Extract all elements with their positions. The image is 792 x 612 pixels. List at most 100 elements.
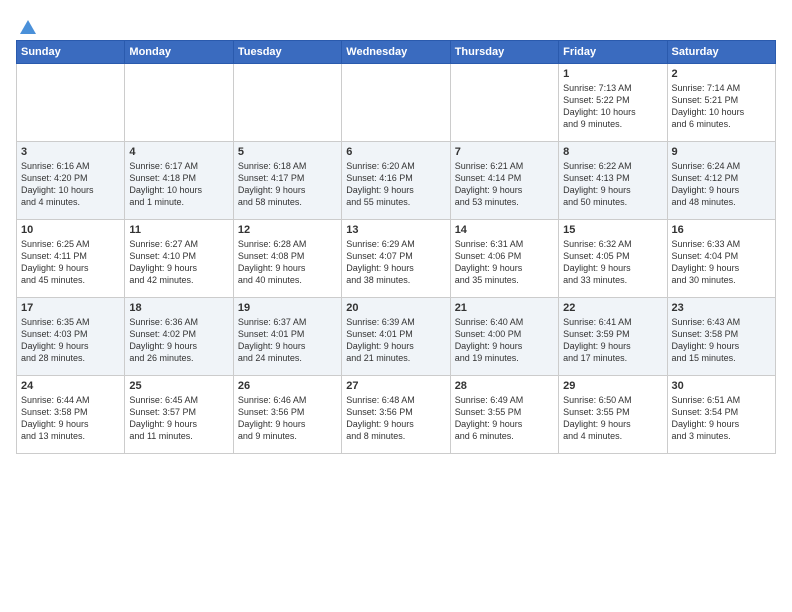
day-number: 4 [129,146,228,158]
calendar-cell [450,64,558,142]
calendar-cell: 24Sunrise: 6:44 AMSunset: 3:58 PMDayligh… [17,376,125,454]
day-info: Sunrise: 6:51 AMSunset: 3:54 PMDaylight:… [672,394,771,443]
col-header-friday: Friday [559,41,667,64]
calendar-cell: 12 Sunrise: 6:28 AMSunset: 4:08 PMDayligh… [233,220,341,298]
day-number: 15 [563,224,662,236]
day-info: Sunrise: 6:45 AMSunset: 3:57 PMDaylight:… [129,394,228,443]
day-number: 5 [238,146,337,158]
calendar-cell: 26 Sunrise: 6:46 AMSunset: 3:56 PMDayligh… [233,376,341,454]
day-number: 25 [129,380,228,392]
day-info: Sunrise: 6:39 AMSunset: 4:01 PMDaylight:… [346,316,445,365]
day-info: Sunrise: 6:32 AMSunset: 4:05 PMDaylight:… [563,238,662,287]
day-info: Sunrise: 6:50 AMSunset: 3:55 PMDaylight:… [563,394,662,443]
day-number: 2 [672,68,771,80]
day-info: Sunrise: 6:20 AMSunset: 4:16 PMDaylight:… [346,160,445,209]
calendar-cell: 13 Sunrise: 6:29 AMSunset: 4:07 PMDayligh… [342,220,450,298]
day-info: Sunrise: 6:22 AMSunset: 4:13 PMDaylight:… [563,160,662,209]
day-number: 17 [21,302,120,314]
calendar-cell [342,64,450,142]
logo [16,16,38,32]
day-number: 6 [346,146,445,158]
calendar-table: SundayMondayTuesdayWednesdayThursdayFrid… [16,40,776,454]
day-number: 14 [455,224,554,236]
day-info: Sunrise: 6:44 AMSunset: 3:58 PMDaylight:… [21,394,120,443]
day-number: 18 [129,302,228,314]
day-number: 20 [346,302,445,314]
calendar-cell [233,64,341,142]
day-number: 26 [238,380,337,392]
col-header-saturday: Saturday [667,41,775,64]
day-number: 7 [455,146,554,158]
day-number: 27 [346,380,445,392]
day-number: 12 [238,224,337,236]
day-number: 13 [346,224,445,236]
day-info: Sunrise: 6:16 AMSunset: 4:20 PMDaylight:… [21,160,120,209]
calendar-cell: 28 Sunrise: 6:49 AMSunset: 3:55 PMDayligh… [450,376,558,454]
day-info: Sunrise: 6:49 AMSunset: 3:55 PMDaylight:… [455,394,554,443]
day-info: Sunrise: 6:46 AMSunset: 3:56 PMDaylight:… [238,394,337,443]
calendar-cell: 27 Sunrise: 6:48 AMSunset: 3:56 PMDayligh… [342,376,450,454]
calendar-cell: 6 Sunrise: 6:20 AMSunset: 4:16 PMDaylight… [342,142,450,220]
day-info: Sunrise: 6:40 AMSunset: 4:00 PMDaylight:… [455,316,554,365]
day-number: 23 [672,302,771,314]
day-number: 22 [563,302,662,314]
calendar-cell: 4Sunrise: 6:17 AMSunset: 4:18 PMDaylight… [125,142,233,220]
day-number: 3 [21,146,120,158]
calendar-cell: 3 Sunrise: 6:16 AMSunset: 4:20 PMDaylight… [17,142,125,220]
day-number: 30 [672,380,771,392]
day-info: Sunrise: 6:43 AMSunset: 3:58 PMDaylight:… [672,316,771,365]
page-header [16,16,776,32]
day-info: Sunrise: 6:36 AMSunset: 4:02 PMDaylight:… [129,316,228,365]
calendar-cell: 8 Sunrise: 6:22 AMSunset: 4:13 PMDaylight… [559,142,667,220]
day-info: Sunrise: 6:33 AMSunset: 4:04 PMDaylight:… [672,238,771,287]
calendar-cell [17,64,125,142]
day-info: Sunrise: 7:14 AMSunset: 5:21 PMDaylight:… [672,82,771,131]
day-info: Sunrise: 6:18 AMSunset: 4:17 PMDaylight:… [238,160,337,209]
day-info: Sunrise: 6:28 AMSunset: 4:08 PMDaylight:… [238,238,337,287]
calendar-cell: 21 Sunrise: 6:40 AMSunset: 4:00 PMDayligh… [450,298,558,376]
col-header-tuesday: Tuesday [233,41,341,64]
day-info: Sunrise: 6:48 AMSunset: 3:56 PMDaylight:… [346,394,445,443]
day-number: 8 [563,146,662,158]
day-number: 11 [129,224,228,236]
day-info: Sunrise: 6:21 AMSunset: 4:14 PMDaylight:… [455,160,554,209]
calendar-cell: 11 Sunrise: 6:27 AMSunset: 4:10 PMDayligh… [125,220,233,298]
day-number: 21 [455,302,554,314]
day-number: 19 [238,302,337,314]
day-info: Sunrise: 6:37 AMSunset: 4:01 PMDaylight:… [238,316,337,365]
day-info: Sunrise: 6:41 AMSunset: 3:59 PMDaylight:… [563,316,662,365]
day-info: Sunrise: 6:31 AMSunset: 4:06 PMDaylight:… [455,238,554,287]
calendar-cell: 23 Sunrise: 6:43 AMSunset: 3:58 PMDayligh… [667,298,775,376]
calendar-cell: 10 Sunrise: 6:25 AMSunset: 4:11 PMDayligh… [17,220,125,298]
day-number: 10 [21,224,120,236]
calendar-cell: 17 Sunrise: 6:35 AMSunset: 4:03 PMDayligh… [17,298,125,376]
calendar-cell: 25 Sunrise: 6:45 AMSunset: 3:57 PMDayligh… [125,376,233,454]
calendar-cell: 1Sunrise: 7:13 AMSunset: 5:22 PMDaylight… [559,64,667,142]
calendar-cell: 9 Sunrise: 6:24 AMSunset: 4:12 PMDaylight… [667,142,775,220]
calendar-cell [125,64,233,142]
calendar-cell: 19 Sunrise: 6:37 AMSunset: 4:01 PMDayligh… [233,298,341,376]
day-info: Sunrise: 6:29 AMSunset: 4:07 PMDaylight:… [346,238,445,287]
day-number: 16 [672,224,771,236]
day-number: 28 [455,380,554,392]
calendar-cell: 18 Sunrise: 6:36 AMSunset: 4:02 PMDayligh… [125,298,233,376]
calendar-cell: 22 Sunrise: 6:41 AMSunset: 3:59 PMDayligh… [559,298,667,376]
day-info: Sunrise: 6:24 AMSunset: 4:12 PMDaylight:… [672,160,771,209]
day-info: Sunrise: 6:35 AMSunset: 4:03 PMDaylight:… [21,316,120,365]
calendar-cell: 29Sunrise: 6:50 AMSunset: 3:55 PMDayligh… [559,376,667,454]
logo-icon [18,16,38,36]
day-info: Sunrise: 6:25 AMSunset: 4:11 PMDaylight:… [21,238,120,287]
calendar-cell: 14 Sunrise: 6:31 AMSunset: 4:06 PMDayligh… [450,220,558,298]
day-number: 9 [672,146,771,158]
calendar-cell: 15 Sunrise: 6:32 AMSunset: 4:05 PMDayligh… [559,220,667,298]
calendar-cell: 2 Sunrise: 7:14 AMSunset: 5:21 PMDaylight… [667,64,775,142]
calendar-cell: 30 Sunrise: 6:51 AMSunset: 3:54 PMDayligh… [667,376,775,454]
calendar-cell: 7 Sunrise: 6:21 AMSunset: 4:14 PMDaylight… [450,142,558,220]
calendar-cell: 20 Sunrise: 6:39 AMSunset: 4:01 PMDayligh… [342,298,450,376]
col-header-thursday: Thursday [450,41,558,64]
day-info: Sunrise: 6:27 AMSunset: 4:10 PMDaylight:… [129,238,228,287]
calendar-cell: 16 Sunrise: 6:33 AMSunset: 4:04 PMDayligh… [667,220,775,298]
day-number: 1 [563,68,662,80]
col-header-monday: Monday [125,41,233,64]
col-header-wednesday: Wednesday [342,41,450,64]
